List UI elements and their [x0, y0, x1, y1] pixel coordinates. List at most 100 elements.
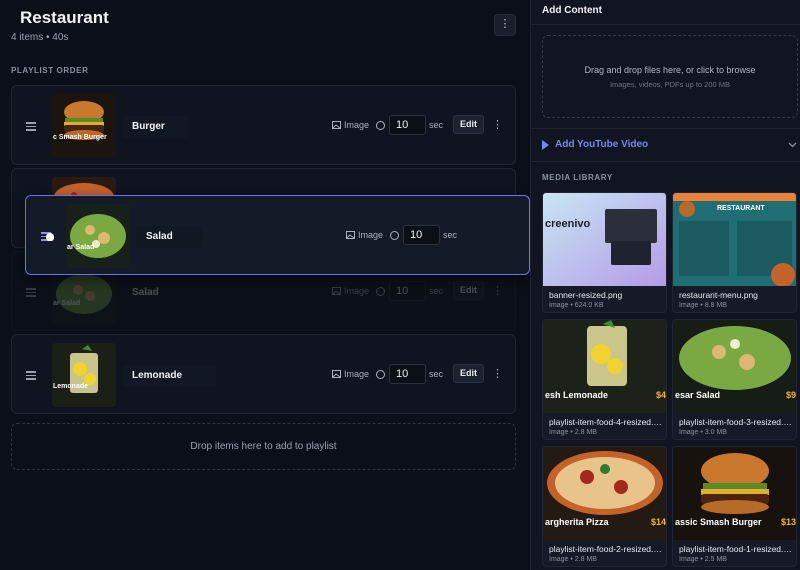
divider [531, 128, 800, 129]
media-thumbnail: esar Salad $9 [673, 320, 796, 413]
add-youtube-label: Add YouTube Video [555, 139, 649, 150]
clock-icon [390, 231, 399, 240]
media-thumbnail: esh Lemonade $4 [543, 320, 666, 413]
item-name: Salad [132, 287, 159, 298]
row-more-icon[interactable]: ⋮ [492, 284, 503, 297]
media-overlay-text: esar Salad [675, 390, 721, 400]
media-name: playlist-item-food-1-resized.png [679, 544, 795, 554]
media-card[interactable]: creenivo banner-resized.png Image • 624.… [542, 192, 667, 313]
media-name: restaurant-menu.png [679, 290, 758, 300]
add-youtube-button[interactable]: Add YouTube Video [542, 139, 648, 150]
media-library-label: MEDIA LIBRARY [542, 173, 613, 182]
media-card[interactable]: argherita Pizza $14 playlist-item-food-2… [542, 446, 667, 567]
media-price: $13 [780, 517, 796, 527]
item-type-label: Image [344, 369, 370, 379]
media-name: playlist-item-food-3-resized.png [679, 417, 795, 427]
media-meta: Image • 624.0 KB [549, 302, 604, 309]
edit-button[interactable]: Edit [453, 115, 484, 134]
item-type: Image [332, 120, 369, 130]
duration-input[interactable]: 10 [389, 115, 426, 135]
media-meta: Image • 3.0 MB [679, 429, 727, 436]
upload-dropzone[interactable]: Drag and drop files here, or click to br… [542, 35, 798, 118]
media-meta: Image • 2.5 MB [679, 556, 727, 563]
media-card[interactable]: esar Salad $9 playlist-item-food-3-resiz… [672, 319, 797, 440]
duration-unit: sec [429, 286, 444, 296]
clock-icon [376, 370, 385, 379]
media-price: $14 [650, 517, 666, 527]
drag-handle-icon[interactable] [26, 371, 36, 380]
media-price: $4 [655, 390, 666, 400]
image-icon [332, 121, 341, 129]
clock-icon [376, 287, 385, 296]
media-overlay-text: esh Lemonade [545, 390, 609, 400]
drag-handle-icon[interactable] [26, 122, 36, 131]
media-name: banner-resized.png [549, 290, 623, 300]
playlist-panel: Restaurant 4 items • 40s ⋮ PLAYLIST ORDE… [0, 0, 530, 570]
item-type: Image [332, 286, 369, 296]
media-overlay-text: argherita Pizza [545, 517, 609, 527]
duration-unit: sec [429, 369, 444, 379]
banner-image [543, 193, 666, 286]
duration-unit: sec [429, 120, 444, 130]
add-content-panel: Add Content Drag and drop files here, or… [530, 0, 800, 570]
image-icon [346, 231, 355, 239]
duration-input[interactable]: 10 [389, 364, 426, 384]
media-name: playlist-item-food-4-resized.png [549, 417, 665, 427]
media-card[interactable]: esh Lemonade $4 playlist-item-food-4-res… [542, 319, 667, 440]
upload-instructions: Drag and drop files here, or click to br… [584, 65, 756, 75]
playlist-summary: 4 items • 40s [11, 32, 69, 43]
media-thumbnail: RESTAURANT [673, 193, 796, 286]
media-price: $9 [785, 390, 796, 400]
edit-button[interactable]: Edit [453, 364, 484, 383]
divider [531, 161, 800, 162]
media-meta: Image • 2.8 MB [549, 429, 597, 436]
media-meta: Image • 2.8 MB [549, 556, 597, 563]
burger-image [52, 94, 116, 158]
thumbnail-burger: c Smash Burger [52, 94, 116, 158]
playlist-more-button[interactable]: ⋮ [494, 14, 516, 36]
media-thumbnail: assic Smash Burger $13 [673, 447, 796, 540]
dragging-playlist-row[interactable]: ar Salad Salad Image 10 sec [25, 195, 530, 275]
thumbnail-caption: c Smash Burger [53, 134, 107, 141]
grab-cursor-icon [46, 233, 54, 241]
duration-unit: sec [443, 230, 458, 240]
lemonade-image [52, 343, 116, 407]
playlist-order-label: PLAYLIST ORDER [11, 66, 89, 75]
item-name: Lemonade [122, 365, 216, 387]
duration-input[interactable]: 10 [403, 225, 440, 245]
upload-limits: Images, videos, PDFs up to 200 MB [609, 80, 731, 89]
duration-input[interactable]: 10 [389, 281, 426, 301]
playlist-dropzone[interactable]: Drop items here to add to playlist [11, 423, 516, 470]
image-icon [332, 370, 341, 378]
media-overlay-text: RESTAURANT [717, 205, 765, 212]
thumbnail-salad: ar Salad [66, 204, 130, 268]
row-more-icon[interactable]: ⋮ [492, 118, 503, 131]
item-type: Image [332, 369, 369, 379]
add-content-title: Add Content [542, 5, 602, 16]
playlist-row[interactable]: c Smash Burger Burger Image 10 sec Edit … [11, 85, 516, 165]
media-overlay-text: creenivo [545, 218, 591, 230]
salad-image [66, 204, 130, 268]
item-type-label: Image [358, 230, 384, 240]
media-meta: Image • 8.8 MB [679, 302, 727, 309]
thumbnail-lemonade: Lemonade [52, 343, 116, 407]
clock-icon [376, 121, 385, 130]
item-type: Image [346, 230, 383, 240]
item-type-label: Image [344, 120, 370, 130]
media-thumbnail: argherita Pizza $14 [543, 447, 666, 540]
drag-handle-icon[interactable] [26, 288, 36, 297]
play-icon [542, 139, 549, 150]
item-type-label: Image [344, 286, 370, 296]
row-more-icon[interactable]: ⋮ [492, 367, 503, 380]
image-icon [332, 287, 341, 295]
media-name: playlist-item-food-2-resized.png [549, 544, 665, 554]
media-thumbnail: creenivo [543, 193, 666, 286]
thumbnail-caption: ar Salad [53, 300, 81, 307]
media-card[interactable]: RESTAURANT restaurant-menu.png Image • 8… [672, 192, 797, 313]
media-overlay-text: assic Smash Burger [675, 517, 762, 527]
edit-button[interactable]: Edit [453, 281, 484, 300]
chevron-down-icon[interactable] [788, 142, 797, 148]
media-card[interactable]: assic Smash Burger $13 playlist-item-foo… [672, 446, 797, 567]
playlist-row[interactable]: Lemonade Lemonade Image 10 sec Edit ⋮ [11, 334, 516, 414]
item-name: Salad [136, 226, 202, 248]
